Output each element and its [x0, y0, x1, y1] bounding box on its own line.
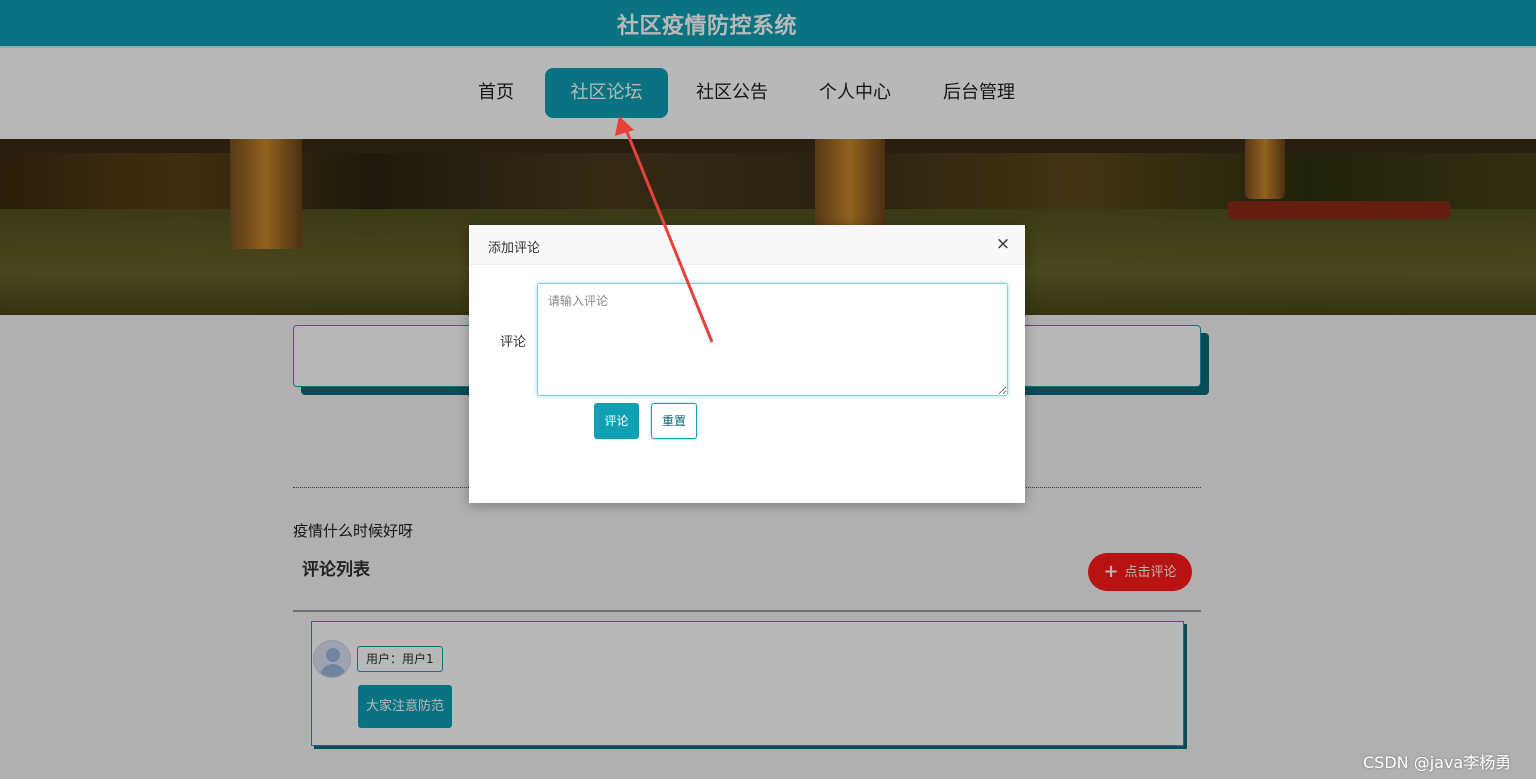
submit-comment-button[interactable]: 评论	[594, 403, 639, 439]
comment-field-label: 评论	[500, 335, 527, 350]
add-comment-modal: 添加评论 × 评论 评论 重置	[469, 225, 1025, 503]
reset-button[interactable]: 重置	[651, 403, 697, 439]
watermark: CSDN @java李杨勇	[1363, 753, 1512, 772]
modal-title: 添加评论	[488, 241, 541, 256]
comment-textarea[interactable]	[537, 283, 1008, 396]
modal-header: 添加评论 ×	[469, 225, 1025, 265]
close-icon[interactable]: ×	[995, 235, 1011, 253]
